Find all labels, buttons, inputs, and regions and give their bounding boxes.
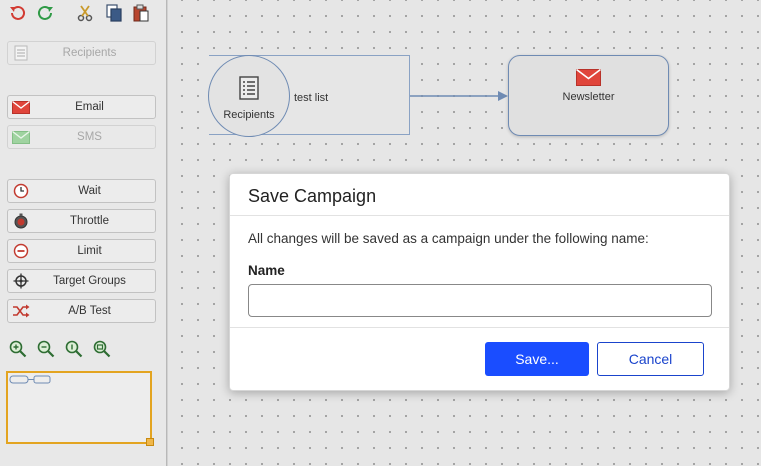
- recipients-node-label: Recipients: [223, 109, 275, 121]
- sidebar-item-throttle[interactable]: Throttle: [7, 209, 156, 233]
- zoom-in-icon[interactable]: [9, 340, 27, 358]
- shuffle-icon: [12, 303, 30, 319]
- sidebar: Recipients Email SMS Wait Throttle Limit: [0, 0, 171, 466]
- minimap-resize-handle[interactable]: [146, 438, 154, 446]
- dialog-message: All changes will be saved as a campaign …: [248, 231, 649, 246]
- recipients-node[interactable]: [208, 55, 290, 137]
- save-campaign-dialog: Save Campaign All changes will be saved …: [229, 173, 730, 391]
- sms-icon: [12, 129, 30, 145]
- campaign-name-input[interactable]: [248, 284, 712, 317]
- name-label: Name: [248, 263, 285, 278]
- sidebar-item-label: Wait: [78, 185, 101, 197]
- sidebar-item-ab-test[interactable]: A/B Test: [7, 299, 156, 323]
- sidebar-item-label: Recipients: [62, 47, 117, 59]
- sidebar-item-label: SMS: [77, 131, 102, 143]
- envelope-icon: [576, 68, 601, 91]
- sidebar-item-label: Email: [75, 101, 104, 113]
- zoom-actual-icon[interactable]: [65, 340, 83, 358]
- redo-icon[interactable]: [36, 3, 56, 23]
- list-icon: [239, 76, 259, 105]
- cancel-button[interactable]: Cancel: [597, 342, 704, 376]
- connection-arrow: [410, 91, 508, 101]
- sidebar-item-label: Throttle: [70, 215, 109, 227]
- save-button[interactable]: Save...: [485, 342, 589, 376]
- newsletter-node-label: Newsletter: [562, 91, 615, 103]
- target-icon: [12, 273, 30, 289]
- dialog-title: Save Campaign: [248, 186, 377, 206]
- sidebar-item-label: A/B Test: [68, 305, 111, 317]
- sidebar-item-label: Target Groups: [53, 275, 126, 287]
- limit-icon: [12, 243, 30, 259]
- sidebar-item-email[interactable]: Email: [7, 95, 156, 119]
- stopwatch-icon: [12, 213, 30, 229]
- list-icon: [12, 45, 30, 61]
- sidebar-item-label: Limit: [77, 245, 102, 257]
- envelope-icon: [12, 99, 30, 115]
- dialog-divider: [230, 215, 729, 216]
- undo-icon[interactable]: [7, 3, 27, 23]
- minimap-preview: [9, 375, 51, 384]
- sidebar-item-sms[interactable]: SMS: [7, 125, 156, 149]
- sidebar-item-wait[interactable]: Wait: [7, 179, 156, 203]
- paste-icon[interactable]: [131, 3, 151, 23]
- cut-icon[interactable]: [75, 3, 95, 23]
- dialog-footer-divider: [230, 327, 729, 328]
- clock-icon: [12, 183, 30, 199]
- sidebar-item-target-groups[interactable]: Target Groups: [7, 269, 156, 293]
- minimap[interactable]: [6, 371, 152, 444]
- recipients-list-name: test list: [294, 92, 329, 104]
- copy-icon[interactable]: [104, 3, 124, 23]
- sidebar-item-recipients[interactable]: Recipients: [7, 41, 156, 65]
- zoom-fit-icon[interactable]: [93, 340, 111, 358]
- sidebar-item-limit[interactable]: Limit: [7, 239, 156, 263]
- zoom-out-icon[interactable]: [37, 340, 55, 358]
